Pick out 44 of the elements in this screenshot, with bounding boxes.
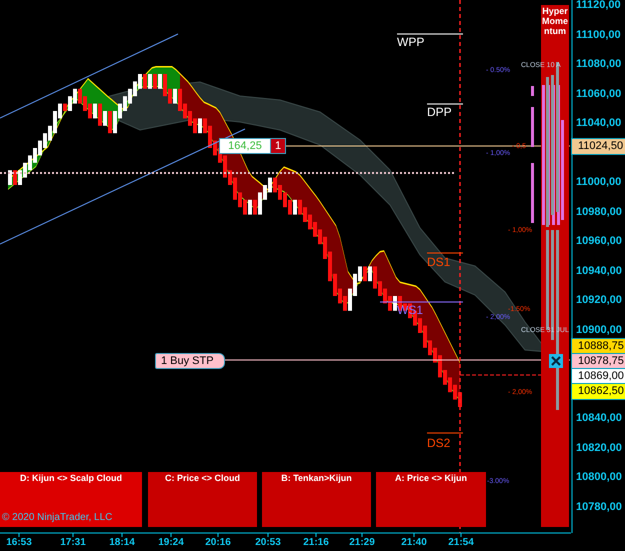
price-label: 10940,00 xyxy=(576,264,622,278)
price-label: 10840,00 xyxy=(576,411,622,426)
price-label: 10920,00 xyxy=(576,293,622,308)
time-label: 18:14 xyxy=(108,536,136,549)
time-label: 21:40 xyxy=(400,536,428,549)
price-label: 11060,00 xyxy=(576,86,622,101)
signal-label: C: Price <> Cloud xyxy=(164,472,242,484)
price-label: 10820,00 xyxy=(576,440,622,455)
price-label: 11080,00 xyxy=(576,57,622,72)
time-label: 20:16 xyxy=(204,536,232,549)
price-label: 10800,00 xyxy=(576,470,622,484)
quantity-label: 1 xyxy=(270,139,286,153)
time-label: 21:54 xyxy=(447,536,475,549)
price-label: 10980,00 xyxy=(576,204,622,219)
pivot-label: DS1 xyxy=(427,256,450,269)
price-label: 10900,00 xyxy=(576,322,622,337)
price-label: 11100,00 xyxy=(576,28,621,42)
price-label: 10960,00 xyxy=(576,234,622,248)
panel-title: Hyper Momentum xyxy=(541,6,569,36)
pivot-line xyxy=(426,432,464,434)
time-label: 21:16 xyxy=(302,536,330,549)
time-label: 19:24 xyxy=(157,536,185,549)
pivot-label: WS1 xyxy=(397,304,424,317)
price-label: 11000,00 xyxy=(576,175,622,190)
pivot-label: DS2 xyxy=(427,437,450,450)
copyright-text: © 2020 NinjaTrader, LLC xyxy=(2,511,112,524)
signal-label: B: Tenkan>Kijun xyxy=(280,472,353,484)
time-label: 20:53 xyxy=(254,536,282,549)
time-label: 17:31 xyxy=(59,536,87,549)
price-marker: 11024,50 xyxy=(571,138,625,155)
pivot-label: DPP xyxy=(427,106,452,119)
close-icon[interactable] xyxy=(549,354,563,368)
order-tag[interactable]: 1 Buy STP xyxy=(155,353,225,369)
profit-label: 164,25 xyxy=(220,139,270,153)
time-label: 21:29 xyxy=(348,536,376,549)
price-marker: 10862,50 xyxy=(571,383,625,400)
pivot-label: WPP xyxy=(397,36,424,49)
price-label: 10780,00 xyxy=(576,500,622,514)
price-label: 11040,00 xyxy=(576,116,622,130)
signal-label: D: Kijun <> Scalp Cloud xyxy=(18,472,123,484)
pivot-line xyxy=(426,252,464,254)
time-label: 16:53 xyxy=(5,536,33,549)
price-label: 11120,00 xyxy=(576,0,621,12)
signal-label: A: Price <> Kijun xyxy=(394,472,468,484)
